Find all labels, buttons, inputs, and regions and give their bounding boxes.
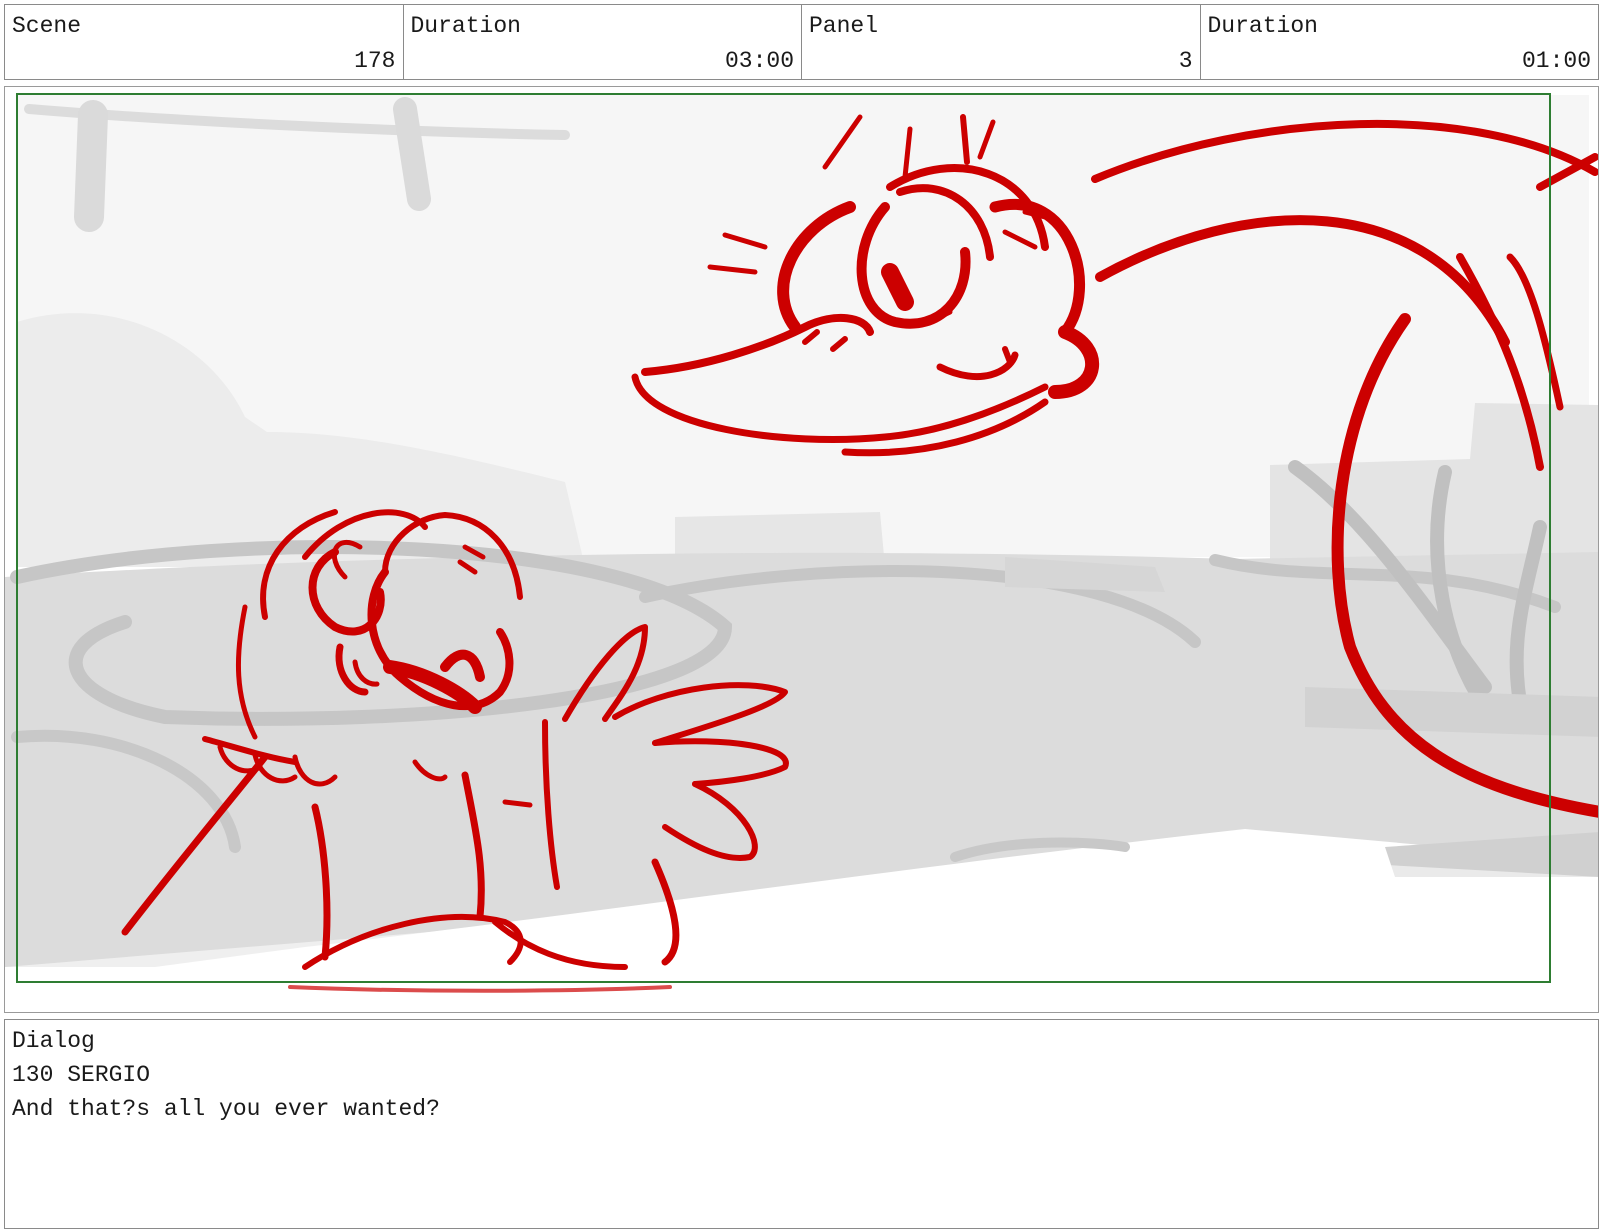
scene-cell: Scene 178 xyxy=(5,5,404,79)
scene-duration-value[interactable]: 03:00 xyxy=(725,48,794,74)
panel-label: Panel xyxy=(809,13,879,39)
storyboard-panel-image[interactable] xyxy=(4,86,1599,1013)
storyboard-sketch-icon xyxy=(5,87,1598,1012)
scene-duration-cell: Duration 03:00 xyxy=(404,5,802,79)
scene-duration-label: Duration xyxy=(410,13,521,39)
panel-duration-value[interactable]: 01:00 xyxy=(1522,48,1591,74)
dialog-line[interactable]: 130 SERGIO xyxy=(12,1062,150,1088)
dialog-box[interactable]: Dialog 130 SERGIO And that?s all you eve… xyxy=(4,1019,1599,1229)
scene-number[interactable]: 178 xyxy=(354,48,395,74)
dialog-line[interactable]: And that?s all you ever wanted? xyxy=(12,1096,440,1122)
panel-cell: Panel 3 xyxy=(802,5,1201,79)
panel-duration-label: Duration xyxy=(1207,13,1318,39)
panel-header: Scene 178 Duration 03:00 Panel 3 Duratio… xyxy=(4,4,1599,80)
scene-label: Scene xyxy=(12,13,82,39)
panel-number[interactable]: 3 xyxy=(1179,48,1193,74)
dialog-heading: Dialog xyxy=(12,1028,95,1054)
panel-duration-cell: Duration 01:00 xyxy=(1201,5,1599,79)
